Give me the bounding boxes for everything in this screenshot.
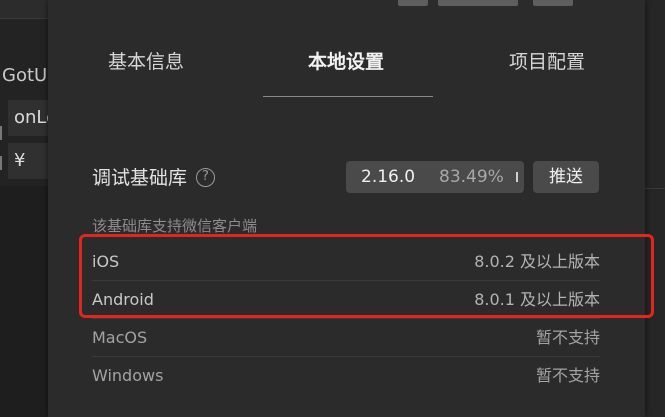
background-editor: GotU onLo ¥ bbox=[0, 0, 48, 417]
divider bbox=[0, 18, 48, 19]
library-usage-percent: 83.49% bbox=[439, 167, 504, 187]
background-right-strip bbox=[645, 0, 665, 417]
background-label: GotU bbox=[2, 65, 48, 86]
background-input[interactable]: onLo bbox=[8, 100, 48, 136]
clipped-text bbox=[438, 0, 518, 6]
platform-name: MacOS bbox=[92, 328, 148, 347]
support-row-ios: iOS 8.0.2 及以上版本 bbox=[92, 243, 600, 281]
library-version-select[interactable]: 2.16.0 83.49% bbox=[346, 161, 524, 193]
platform-name: Windows bbox=[92, 366, 164, 385]
platform-name: Android bbox=[92, 290, 154, 309]
tab-basic-info[interactable]: 基本信息 bbox=[108, 44, 184, 80]
divider bbox=[0, 156, 2, 170]
tab-project-config[interactable]: 项目配置 bbox=[509, 44, 585, 80]
clipped-text bbox=[533, 0, 573, 6]
active-tab-indicator bbox=[263, 96, 433, 97]
background-area bbox=[0, 186, 48, 417]
divider bbox=[645, 188, 665, 189]
platform-requirement: 8.0.1 及以上版本 bbox=[474, 290, 600, 309]
question-circle-icon[interactable]: ? bbox=[196, 168, 215, 187]
background-header bbox=[0, 0, 48, 18]
debug-library-row: 调试基础库 ? 2.16.0 83.49% 推送 bbox=[92, 158, 604, 198]
debug-library-label: 调试基础库 bbox=[92, 167, 188, 189]
platform-requirement: 暂不支持 bbox=[535, 366, 600, 385]
support-row-android: Android 8.0.1 及以上版本 bbox=[92, 281, 600, 319]
divider bbox=[0, 126, 2, 140]
support-list: iOS 8.0.2 及以上版本 Android 8.0.1 及以上版本 MacO… bbox=[92, 243, 600, 395]
tab-local-settings[interactable]: 本地设置 bbox=[308, 44, 384, 80]
screen: GotU onLo ¥ 基本信息 本地设置 项目配置 调试基础库 ? 2.16.… bbox=[0, 0, 665, 417]
platform-requirement: 8.0.2 及以上版本 bbox=[474, 252, 600, 271]
settings-panel: 基本信息 本地设置 项目配置 调试基础库 ? 2.16.0 83.49% 推送 … bbox=[48, 0, 645, 417]
caret-icon bbox=[516, 172, 518, 182]
panel-top bbox=[48, 0, 645, 14]
tab-bar: 基本信息 本地设置 项目配置 bbox=[48, 44, 645, 84]
background-input[interactable]: ¥ bbox=[8, 143, 48, 179]
clipped-text bbox=[398, 0, 428, 6]
platform-name: iOS bbox=[92, 252, 120, 271]
support-row-windows: Windows 暂不支持 bbox=[92, 357, 600, 395]
library-version: 2.16.0 bbox=[361, 167, 416, 187]
support-heading: 该基础库支持微信客户端 bbox=[92, 217, 258, 235]
support-row-macos: MacOS 暂不支持 bbox=[92, 319, 600, 357]
push-button[interactable]: 推送 bbox=[533, 161, 599, 193]
platform-requirement: 暂不支持 bbox=[535, 328, 600, 347]
